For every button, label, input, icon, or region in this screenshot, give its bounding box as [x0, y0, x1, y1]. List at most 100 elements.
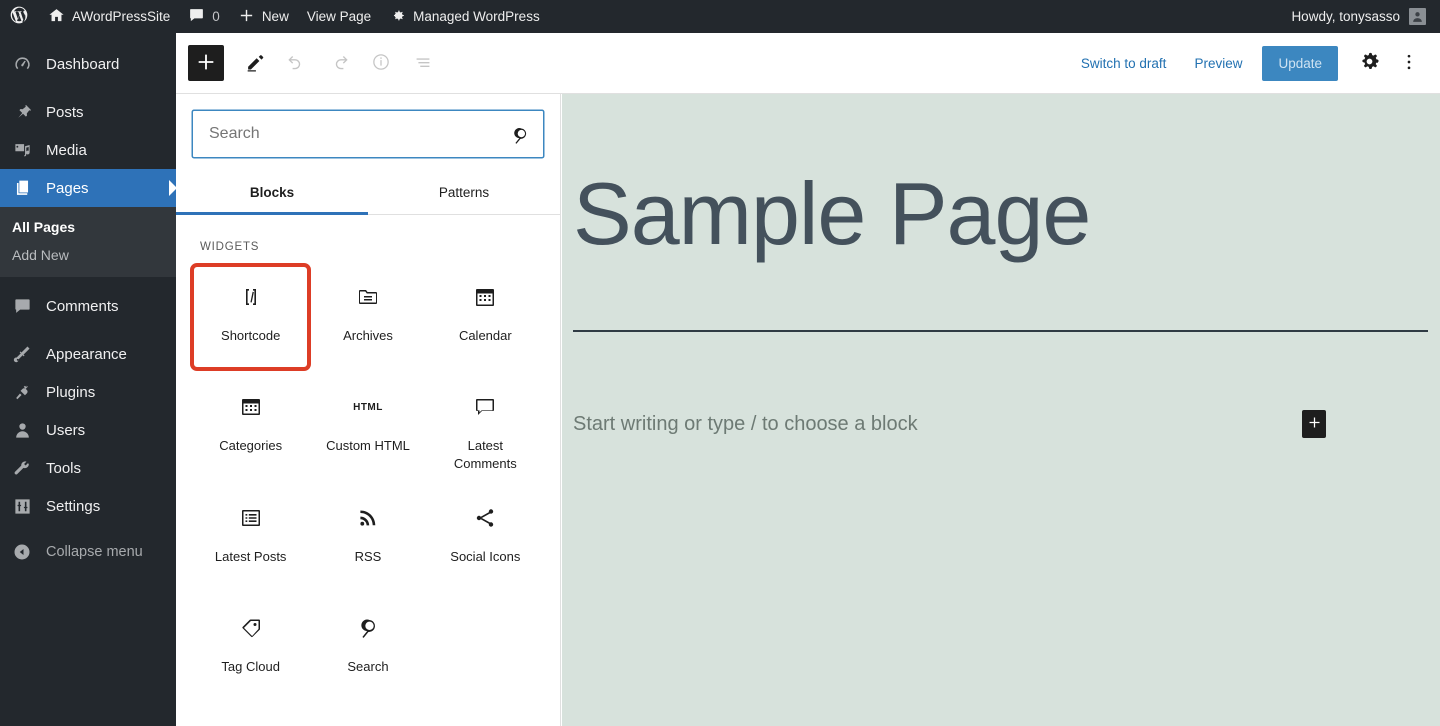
submenu-item-all-pages[interactable]: All Pages — [0, 213, 176, 241]
sidebar-item-users[interactable]: Users — [0, 411, 176, 449]
page-title[interactable]: Sample Page — [562, 94, 1440, 260]
managed-wordpress-menu[interactable]: Managed WordPress — [380, 0, 549, 33]
sidebar-item-label: Pages — [46, 179, 89, 197]
plus-icon — [195, 51, 217, 76]
user-icon — [12, 420, 32, 440]
sidebar-item-posts[interactable]: Posts — [0, 93, 176, 131]
block-item-social-icons[interactable]: Social Icons — [427, 486, 544, 590]
block-grid: Shortcode Archives Calendar Categories H… — [176, 263, 560, 700]
undo-arrow-icon — [286, 51, 308, 76]
dashboard-icon — [12, 54, 32, 74]
comment-bubble-icon — [12, 296, 32, 316]
new-label: New — [261, 9, 289, 24]
block-item-tag-cloud[interactable]: Tag Cloud — [192, 596, 309, 700]
sidebar-item-label: Dashboard — [46, 55, 120, 73]
sidebar-item-label: Comments — [46, 297, 119, 315]
search-icon — [356, 616, 380, 640]
settings-sidebar-toggle-button[interactable] — [1350, 44, 1388, 82]
collapse-menu-label: Collapse menu — [46, 544, 143, 560]
plug-icon — [12, 382, 32, 402]
block-inserter-panel: Blocks Patterns WIDGETS Shortcode Archiv… — [176, 94, 561, 726]
account-menu[interactable]: Howdy, tonysasso — [1282, 8, 1440, 25]
list-view-button[interactable] — [404, 44, 442, 82]
sidebar-item-plugins[interactable]: Plugins — [0, 373, 176, 411]
block-category-title: WIDGETS — [200, 241, 260, 253]
editor-header-toolbar: Switch to draft Preview Update — [176, 33, 1440, 94]
undo-button[interactable] — [278, 44, 316, 82]
sidebar-item-settings[interactable]: Settings — [0, 487, 176, 525]
plus-icon — [238, 7, 255, 27]
info-circle-icon — [370, 51, 392, 76]
comments-count: 0 — [212, 9, 220, 24]
sidebar-item-label: Posts — [46, 103, 84, 121]
redo-arrow-icon — [328, 51, 350, 76]
menu-separator — [0, 83, 176, 93]
view-page-label: View Page — [306, 9, 372, 24]
block-placeholder-text[interactable]: Start writing or type / to choose a bloc… — [573, 413, 1302, 436]
block-item-label: RSS — [354, 549, 382, 565]
block-inserter-toggle-button[interactable] — [188, 45, 224, 81]
update-button[interactable]: Update — [1262, 45, 1338, 81]
view-page-link[interactable]: View Page — [298, 0, 380, 33]
submenu-item-add-new[interactable]: Add New — [0, 241, 176, 269]
preview-button[interactable]: Preview — [1182, 48, 1254, 79]
inserter-block-list: WIDGETS Shortcode Archives Calendar Cate… — [176, 215, 560, 726]
html-icon: HTML — [353, 401, 383, 413]
tab-blocks[interactable]: Blocks — [176, 172, 368, 215]
block-item-archives[interactable]: Archives — [309, 265, 426, 369]
block-item-label: Categories — [219, 438, 283, 453]
media-icon — [12, 140, 32, 160]
collapse-menu-button[interactable]: Collapse menu — [0, 533, 176, 571]
block-appender-button[interactable] — [1302, 410, 1326, 439]
search-icon[interactable] — [507, 121, 533, 147]
editor-header-right-tools: Switch to draft Preview Update — [1069, 44, 1426, 82]
block-item-custom-html[interactable]: HTML Custom HTML — [309, 375, 426, 480]
categories-icon — [239, 395, 263, 419]
sidebar-item-comments[interactable]: Comments — [0, 287, 176, 325]
sidebar-item-dashboard[interactable]: Dashboard — [0, 45, 176, 83]
block-item-calendar[interactable]: Calendar — [427, 265, 544, 369]
block-item-latest-comments[interactable]: Latest Comments — [427, 375, 544, 480]
comments-menu[interactable]: 0 — [179, 0, 229, 33]
sidebar-item-media[interactable]: Media — [0, 131, 176, 169]
sidebar-item-appearance[interactable]: Appearance — [0, 335, 176, 373]
search-container — [176, 94, 560, 172]
chevron-left-circle-icon — [12, 542, 32, 562]
menu-separator — [0, 325, 176, 335]
brush-icon — [12, 344, 32, 364]
wordpress-logo-menu[interactable] — [0, 0, 39, 33]
sidebar-item-label: Plugins — [46, 383, 96, 401]
default-block-row: Start writing or type / to choose a bloc… — [573, 410, 1428, 439]
admin-sidebar-menu: Dashboard Posts Media Pages All Pages Ad… — [0, 33, 176, 726]
search-input[interactable] — [193, 111, 543, 157]
sliders-icon — [12, 496, 32, 516]
tab-patterns[interactable]: Patterns — [368, 172, 560, 214]
avatar — [1409, 8, 1426, 25]
editor-canvas: Sample Page Start writing or type / to c… — [562, 94, 1440, 726]
block-item-categories[interactable]: Categories — [192, 375, 309, 480]
block-item-label: Latest Posts — [214, 549, 287, 565]
sidebar-item-tools[interactable]: Tools — [0, 449, 176, 487]
site-name-menu[interactable]: AWordPressSite — [39, 0, 179, 33]
wordpress-logo-icon — [9, 5, 29, 28]
block-item-label: Social Icons — [450, 549, 521, 565]
block-item-shortcode[interactable]: Shortcode — [189, 263, 312, 371]
block-item-search[interactable]: Search — [309, 596, 426, 700]
search-box[interactable] — [192, 110, 544, 158]
sidebar-item-pages[interactable]: Pages — [0, 169, 176, 207]
document-details-button[interactable] — [362, 44, 400, 82]
block-item-label: Calendar — [458, 328, 512, 343]
block-item-rss[interactable]: RSS — [309, 486, 426, 590]
site-name-label: AWordPressSite — [72, 9, 171, 24]
block-item-latest-posts[interactable]: Latest Posts — [192, 486, 309, 590]
block-item-label: Shortcode — [221, 328, 281, 343]
block-item-label: Archives — [343, 328, 393, 343]
more-options-button[interactable] — [1392, 44, 1426, 82]
tools-edit-button[interactable] — [236, 44, 274, 82]
new-content-menu[interactable]: New — [229, 0, 298, 33]
switch-to-draft-button[interactable]: Switch to draft — [1069, 48, 1179, 79]
pages-icon — [12, 178, 32, 198]
redo-button[interactable] — [320, 44, 358, 82]
sidebar-item-label: Media — [46, 141, 87, 159]
list-view-icon — [412, 51, 434, 76]
